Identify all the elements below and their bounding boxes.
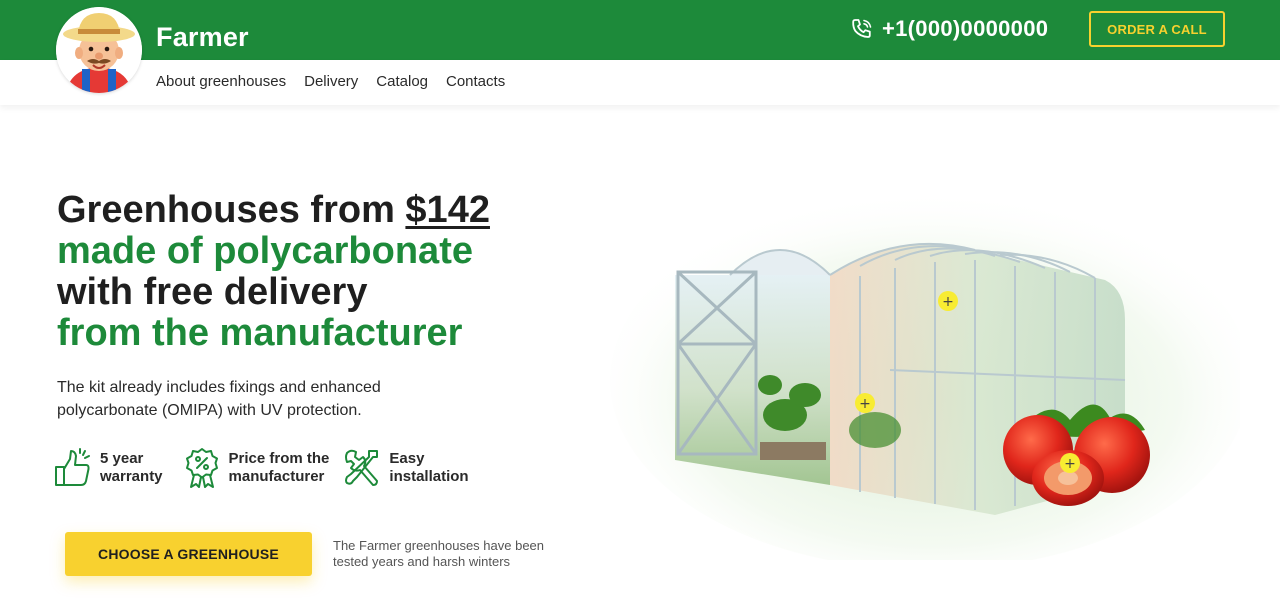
feature-price: Price from the manufacturer <box>183 447 330 489</box>
phone-block[interactable]: +1(000)0000000 <box>850 15 1048 43</box>
feature-installation-line1: Easy <box>389 450 425 467</box>
greenhouse-image: + + + <box>610 190 1240 560</box>
main-nav: About greenhouses Delivery Catalog Conta… <box>156 73 505 90</box>
nav-item-catalog[interactable]: Catalog <box>376 73 428 90</box>
choose-greenhouse-button[interactable]: CHOOSE A GREENHOUSE <box>65 532 312 576</box>
feature-price-line2: manufacturer <box>228 468 325 485</box>
feature-installation-text: Easy installation <box>389 450 468 486</box>
hero-line-2: made of polycarbonate <box>57 230 473 272</box>
brand-name[interactable]: Farmer <box>156 22 249 53</box>
nav-item-delivery[interactable]: Delivery <box>304 73 358 90</box>
feature-price-text: Price from the manufacturer <box>229 450 330 486</box>
svg-text:+: + <box>942 294 954 310</box>
feature-price-line1: Price from the <box>228 450 330 467</box>
feature-warranty-text: 5 year warranty <box>100 450 163 486</box>
hero-description: The kit already includes fixings and enh… <box>57 379 381 419</box>
thumbs-up-icon <box>55 448 90 486</box>
hero-price: $142 <box>405 189 490 231</box>
hero-line-1-prefix: Greenhouses from <box>57 189 406 231</box>
phone-number[interactable]: +1(000)0000000 <box>882 16 1048 42</box>
order-call-button[interactable]: ORDER A CALL <box>1089 11 1225 47</box>
farmer-avatar-icon <box>56 7 142 93</box>
hero-line-1: Greenhouses from $142 <box>57 190 490 231</box>
feature-installation: Easy installation <box>343 447 469 489</box>
feature-warranty-line1: 5 year <box>100 450 144 467</box>
nav-item-about-greenhouses[interactable]: About greenhouses <box>156 73 286 90</box>
feature-installation-line2: installation <box>389 468 469 485</box>
hero-line-4: from the manufacturer <box>57 312 463 354</box>
nav-item-contacts[interactable]: Contacts <box>446 73 505 90</box>
hero-line-3: with free delivery <box>57 271 368 313</box>
phone-icon <box>852 19 872 38</box>
svg-text:+: + <box>859 396 871 412</box>
features-row: 5 year warranty Price from the manufactu… <box>54 447 469 489</box>
feature-warranty: 5 year warranty <box>54 447 163 489</box>
percent-badge-icon <box>185 448 218 488</box>
feature-warranty-line2: warranty <box>100 468 163 485</box>
farmer-logo[interactable] <box>56 7 142 93</box>
tested-note: The Farmer greenhouses have been tested … <box>333 538 545 569</box>
svg-text:+: + <box>1064 456 1076 472</box>
hero-title: Greenhouses from $142 made of polycarbon… <box>57 190 490 354</box>
tools-icon <box>345 449 379 486</box>
